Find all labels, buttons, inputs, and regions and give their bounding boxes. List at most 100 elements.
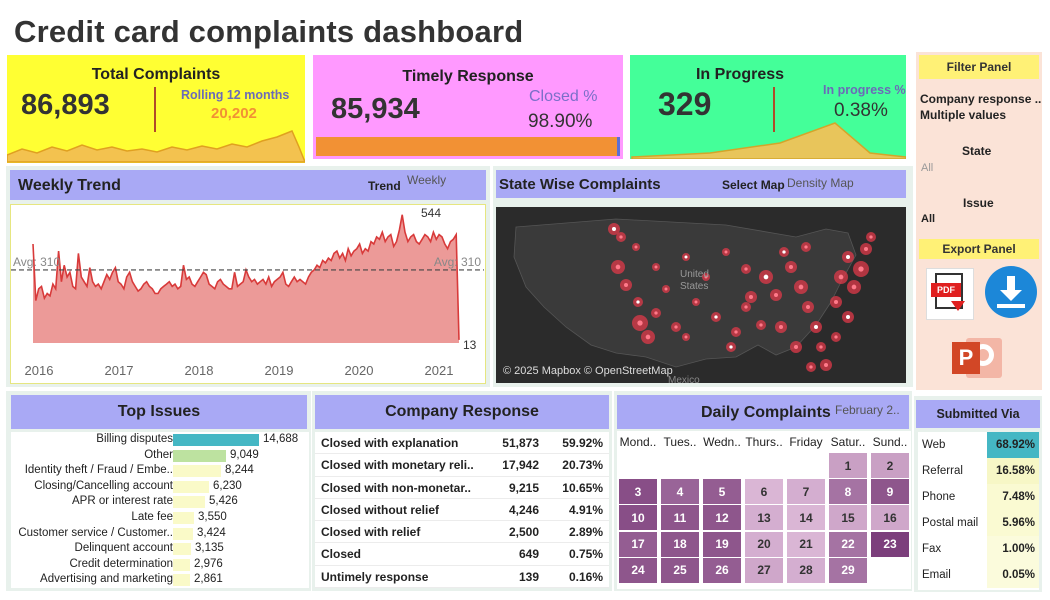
- issue-row[interactable]: Customer service / Customer.. 3,424: [11, 526, 309, 542]
- month-selector[interactable]: February 2..: [835, 403, 900, 417]
- channel-label: Phone: [922, 491, 956, 503]
- timely-progress-bar: [316, 137, 620, 156]
- calendar-day[interactable]: 18: [661, 531, 699, 557]
- calendar-day[interactable]: 29: [829, 557, 867, 583]
- calendar-day[interactable]: 17: [619, 531, 657, 557]
- calendar-day[interactable]: 10: [619, 505, 657, 531]
- issue-row[interactable]: Other 9,049: [11, 448, 309, 464]
- weekly-trend-chart: Avg: 310 Avg: 310 544 13 2016 2017 2018 2019 202…: [10, 204, 486, 384]
- response-row[interactable]: Closed with explanation 51,873 59.92%: [315, 432, 609, 455]
- channel-row[interactable]: Email 0.05%: [918, 562, 1039, 588]
- issue-value: 3,550: [198, 510, 227, 523]
- issue-value: 3,135: [195, 542, 224, 555]
- channel-row[interactable]: Fax 1.00%: [918, 536, 1039, 562]
- issue-row[interactable]: Late fee 3,550: [11, 510, 309, 526]
- issue-row[interactable]: Credit determination 2,976: [11, 557, 309, 573]
- calendar-day[interactable]: 8: [829, 479, 867, 505]
- calendar-day[interactable]: 3: [619, 479, 657, 505]
- calendar-day[interactable]: 21: [787, 531, 825, 557]
- state-filter[interactable]: All: [921, 162, 933, 174]
- calendar-day[interactable]: 6: [745, 479, 783, 505]
- issue-row[interactable]: Advertising and marketing 2,861: [11, 572, 309, 588]
- hotspot-core: [804, 245, 808, 249]
- hotspot-core: [744, 305, 748, 309]
- max-label: 544: [421, 206, 441, 220]
- download-icon[interactable]: [985, 266, 1037, 318]
- closed-pct-value: 98.90%: [528, 111, 593, 132]
- channel-row[interactable]: Postal mail 5.96%: [918, 510, 1039, 536]
- map-attribution: © 2025 Mapbox © OpenStreetMap: [503, 365, 673, 377]
- calendar-day[interactable]: 9: [871, 479, 909, 505]
- channel-row[interactable]: Phone 7.48%: [918, 484, 1039, 510]
- response-row[interactable]: Closed without relief 4,246 4.91%: [315, 499, 609, 522]
- hotspot-core: [654, 311, 658, 315]
- channel-label: Fax: [922, 543, 942, 555]
- calendar-day[interactable]: 22: [829, 531, 867, 557]
- map-type-selector[interactable]: Density Map: [787, 176, 854, 190]
- response-row[interactable]: Closed 649 0.75%: [315, 543, 609, 566]
- calendar-day[interactable]: 26: [703, 557, 741, 583]
- calendar-day[interactable]: 2: [871, 453, 909, 478]
- calendar-day[interactable]: 15: [829, 505, 867, 531]
- response-row[interactable]: Closed with non-monetar.. 9,215 10.65%: [315, 477, 609, 499]
- calendar-day[interactable]: 14: [787, 505, 825, 531]
- issue-value: 6,230: [213, 479, 242, 492]
- hotspot-core: [654, 265, 658, 269]
- company-response-filter[interactable]: Multiple values: [920, 108, 1006, 122]
- daily-complaints-header: Daily Complaints February 2..: [617, 395, 909, 429]
- company-response-panel: Company Response Closed with explanation…: [312, 391, 612, 591]
- calendar-day[interactable]: 24: [619, 557, 657, 583]
- hotspot-core: [734, 330, 738, 334]
- issue-row[interactable]: APR or interest rate 5,426: [11, 494, 309, 510]
- issue-filter[interactable]: All: [921, 213, 935, 225]
- calendar-day[interactable]: 4: [661, 479, 699, 505]
- calendar-day[interactable]: 23: [871, 531, 909, 557]
- issue-label: Closing/Cancelling account: [34, 479, 173, 492]
- channel-row[interactable]: Referral 16.58%: [918, 458, 1039, 484]
- density-map[interactable]: United States Mexico © 2025 Mapbox © Ope…: [496, 207, 906, 383]
- response-row[interactable]: Closed with monetary reli.. 17,942 20.73%: [315, 454, 609, 477]
- calendar-day[interactable]: 27: [745, 557, 783, 583]
- issue-label: Delinquent account: [74, 542, 173, 555]
- hotspot-core: [779, 325, 783, 329]
- calendar-day[interactable]: 12: [703, 505, 741, 531]
- calendar-day[interactable]: 11: [661, 505, 699, 531]
- channel-row[interactable]: Web 68.92%: [918, 432, 1039, 458]
- issue-row[interactable]: Closing/Cancelling account 6,230: [11, 479, 309, 495]
- issue-row[interactable]: Identity theft / Fraud / Embe.. 8,244: [11, 463, 309, 479]
- calendar-day[interactable]: 20: [745, 531, 783, 557]
- hotspot-core: [834, 335, 838, 339]
- response-pct: 59.92%: [562, 436, 603, 450]
- in-progress-label: In progress %: [823, 83, 906, 97]
- channel-pct: 0.05%: [987, 562, 1039, 588]
- issue-bar: [173, 449, 226, 462]
- calendar-day[interactable]: 25: [661, 557, 699, 583]
- response-row[interactable]: Untimely response 139 0.16%: [315, 566, 609, 589]
- calendar-day[interactable]: 28: [787, 557, 825, 583]
- avg-label-left: Avg: 310: [13, 255, 60, 269]
- issue-value: 3,424: [197, 526, 226, 539]
- page-title: Credit card complaints dashboard: [14, 14, 524, 49]
- kpi-label: Total Complaints: [91, 66, 221, 83]
- x-tick-label: 2020: [345, 363, 374, 378]
- hotspot-core: [729, 345, 733, 349]
- calendar-day[interactable]: 19: [703, 531, 741, 557]
- submitted-via-table: Web 68.92% Referral 16.58% Phone 7.48% Postal …: [918, 432, 1039, 590]
- hotspot-core: [819, 345, 823, 349]
- pdf-file-icon[interactable]: PDF: [926, 268, 974, 320]
- in-progress-card[interactable]: In Progress 329 In progress % 0.38%: [630, 55, 906, 159]
- x-tick-label: 2017: [105, 363, 134, 378]
- trend-granularity-selector[interactable]: Weekly: [407, 173, 446, 187]
- timely-response-card[interactable]: Timely Response 85,934 Closed % 98.90%: [313, 55, 623, 159]
- calendar-day[interactable]: 5: [703, 479, 741, 505]
- issue-row[interactable]: Delinquent account 3,135: [11, 541, 309, 557]
- calendar-day[interactable]: 16: [871, 505, 909, 531]
- total-complaints-card[interactable]: Total Complaints 86,893 Rolling 12 month…: [7, 55, 305, 163]
- calendar-day[interactable]: 7: [787, 479, 825, 505]
- channel-label: Email: [922, 569, 951, 581]
- calendar-day[interactable]: 1: [829, 453, 867, 478]
- calendar-day[interactable]: 13: [745, 505, 783, 531]
- response-row[interactable]: Closed with relief 2,500 2.89%: [315, 521, 609, 544]
- issue-row[interactable]: Billing disputes 14,688: [11, 432, 309, 448]
- powerpoint-icon[interactable]: P: [950, 336, 1004, 382]
